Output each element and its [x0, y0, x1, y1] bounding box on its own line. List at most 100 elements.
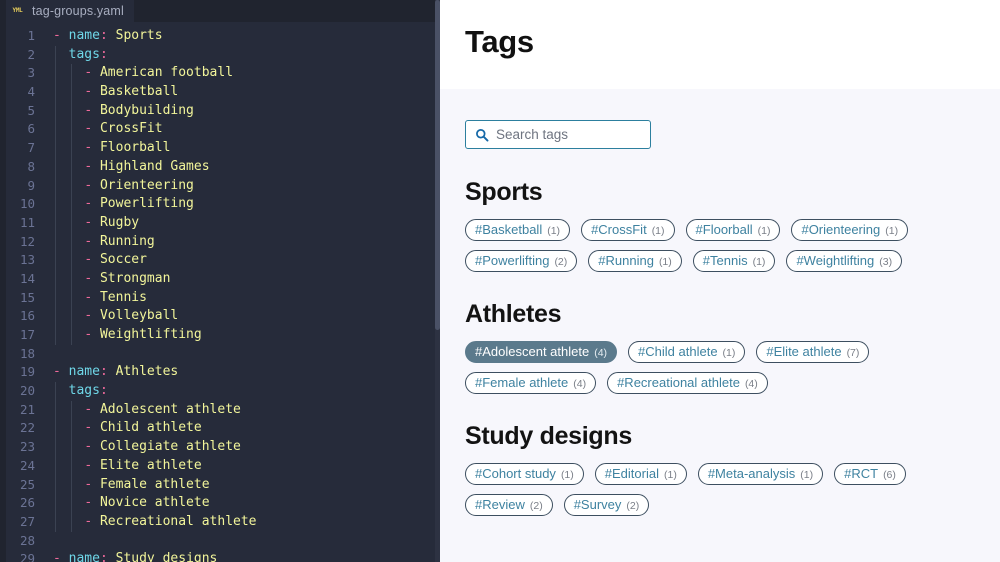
search-input[interactable] [496, 127, 646, 142]
tag-pill-count: (1) [885, 225, 899, 237]
code-line: 2 tags: [6, 46, 440, 65]
line-number: 19 [19, 364, 35, 380]
line-number: 5 [27, 102, 35, 118]
page-title: Tags [465, 24, 534, 59]
tag-pill-count: (1) [722, 347, 736, 359]
code-line-text: - Floorball [84, 140, 171, 156]
line-number: 26 [19, 495, 35, 511]
tag-pill[interactable]: #Survey (2) [563, 494, 650, 516]
tag-pill-label: #Weightlifting [796, 253, 875, 268]
code-line-text: - Volleyball [84, 308, 179, 324]
code-line-text: - Basketball [84, 84, 179, 100]
code-line-text: - Powerlifting [84, 196, 194, 212]
code-line-text: - Novice athlete [84, 495, 210, 511]
tag-pill[interactable]: #Meta-analysis (1) [697, 463, 824, 485]
code-lines: 1- name: Sports 2 tags: 3 - American footb… [0, 27, 440, 562]
code-line-text: - name: Study designs [53, 551, 218, 562]
tag-section: Study designs #Cohort study (1) #Editorial (… [465, 424, 992, 516]
tag-pill-label: #Survey [573, 497, 622, 512]
tag-pill-label: #Tennis [702, 253, 748, 268]
indent-guide [55, 382, 56, 532]
line-number: 8 [27, 158, 35, 174]
tag-pill[interactable]: #Child athlete (1) [628, 341, 746, 363]
tag-pill[interactable]: #Elite athlete (7) [756, 341, 870, 363]
line-number: 9 [27, 177, 35, 193]
tag-pill-label: #Elite athlete [766, 344, 842, 359]
tag-pill-count: (2) [626, 500, 640, 512]
tag-pill[interactable]: #Female athlete (4) [465, 372, 597, 394]
line-number: 17 [19, 327, 35, 342]
line-number: 12 [19, 233, 35, 249]
tag-pill-label: #Recreational athlete [617, 375, 740, 390]
line-number: 10 [19, 196, 35, 212]
tag-pill[interactable]: #Review (2) [465, 494, 553, 516]
tag-pill-count: (1) [560, 469, 574, 481]
code-editor-pane: YML tag-groups.yaml 1 - name: Sports 2 tag… [0, 0, 440, 562]
tag-pill[interactable]: #Tennis (1) [692, 250, 776, 272]
code-line-text: - Weightlifting [84, 327, 202, 342]
line-number: 1 [27, 28, 35, 43]
line-number: 29 [19, 551, 35, 562]
tag-pill[interactable]: #Running (1) [588, 250, 682, 272]
tag-pill-label: #Powerlifting [475, 253, 550, 268]
line-number: 13 [19, 252, 35, 268]
tag-section: Sports #Basketball (1) #CrossFit (1) #Floorba… [465, 180, 992, 272]
code-line-text: - Adolescent athlete [84, 401, 241, 417]
web-preview-pane: Tags Sports#Basketball(1)#CrossFit(1)#Fl… [440, 0, 1000, 562]
tag-pill[interactable]: #Editorial (1) [594, 463, 687, 485]
code-line-text: - CrossFit [84, 121, 163, 137]
tag-pill-count: (1) [658, 256, 672, 268]
tag-pill-label: #Meta-analysis [707, 466, 796, 481]
tag-pill[interactable]: #Adolescent athlete (4) [465, 341, 618, 363]
line-number: 22 [19, 420, 35, 436]
tag-pill[interactable]: #Powerlifting (2) [465, 250, 578, 272]
tag-pill-label: #Floorball [695, 222, 753, 237]
line-number: 18 [19, 345, 35, 361]
tag-pill-label: #Orienteering [801, 222, 881, 237]
tag-pill[interactable]: #Orienteering (1) [791, 219, 909, 241]
code-area[interactable]: 1- name: Sports 2 tags: 3 - American footb… [0, 22, 440, 562]
code-line-text: - Child athlete [84, 420, 202, 436]
tag-pill[interactable]: #Recreational athlete (4) [607, 372, 768, 394]
code-line-text: tags: [68, 46, 108, 62]
code-line-text: - Running [84, 233, 155, 249]
line-number: 11 [19, 214, 35, 230]
code-line-text: - Recreational athlete [84, 513, 257, 529]
line-number: 4 [27, 84, 35, 100]
code-line-text: - Orienteering [84, 177, 194, 193]
app-root: YML tag-groups.yaml 1 - name: Sports 2 tag… [0, 0, 1000, 562]
tag-pill[interactable]: #Basketball (1) [465, 219, 571, 241]
tag-pill[interactable]: #CrossFit (1) [581, 219, 675, 241]
tag-list: #Adolescent athlete (4) #Child athlete (1) #… [465, 341, 992, 394]
line-number: 27 [19, 513, 35, 529]
indent-guide [71, 64, 72, 345]
line-number: 2 [27, 46, 35, 62]
tag-pill-count: (1) [651, 225, 665, 237]
indent-guide [55, 45, 56, 345]
section-heading: Study designs [465, 422, 632, 450]
tag-pill-count: (1) [663, 469, 677, 481]
code-line-text: - Soccer [84, 252, 147, 268]
tag-pill-label: #Running [598, 253, 654, 268]
line-number: 3 [27, 65, 35, 81]
editor-tab-tag-groups-yaml[interactable]: YML tag-groups.yaml [6, 0, 134, 22]
code-line: 28 [6, 532, 440, 551]
tag-pill[interactable]: #Cohort study (1) [465, 463, 584, 485]
code-line-text: - Highland Games [84, 158, 210, 174]
tag-pill-count: (1) [752, 256, 766, 268]
line-number: 14 [19, 270, 35, 286]
tag-pill-count: (4) [573, 378, 587, 390]
tag-pill[interactable]: #Floorball (1) [685, 219, 781, 241]
tag-sections: Sports #Basketball (1) #CrossFit (1) #Floorba… [465, 180, 992, 516]
code-line: 1 - name: Sports [6, 27, 440, 46]
search-box[interactable] [465, 120, 651, 149]
tag-pill-label: #CrossFit [591, 222, 647, 237]
tag-pill-label: #Basketball [475, 222, 543, 237]
code-line: 19 - name: Athletes [6, 363, 440, 382]
tag-pill[interactable]: #Weightlifting (3) [786, 250, 903, 272]
code-line-text: - name: Sports [53, 28, 163, 43]
tag-pill-label: #Child athlete [638, 344, 718, 359]
tag-pill-count: (4) [594, 347, 608, 359]
tag-pill[interactable]: #RCT (6) [834, 463, 906, 485]
